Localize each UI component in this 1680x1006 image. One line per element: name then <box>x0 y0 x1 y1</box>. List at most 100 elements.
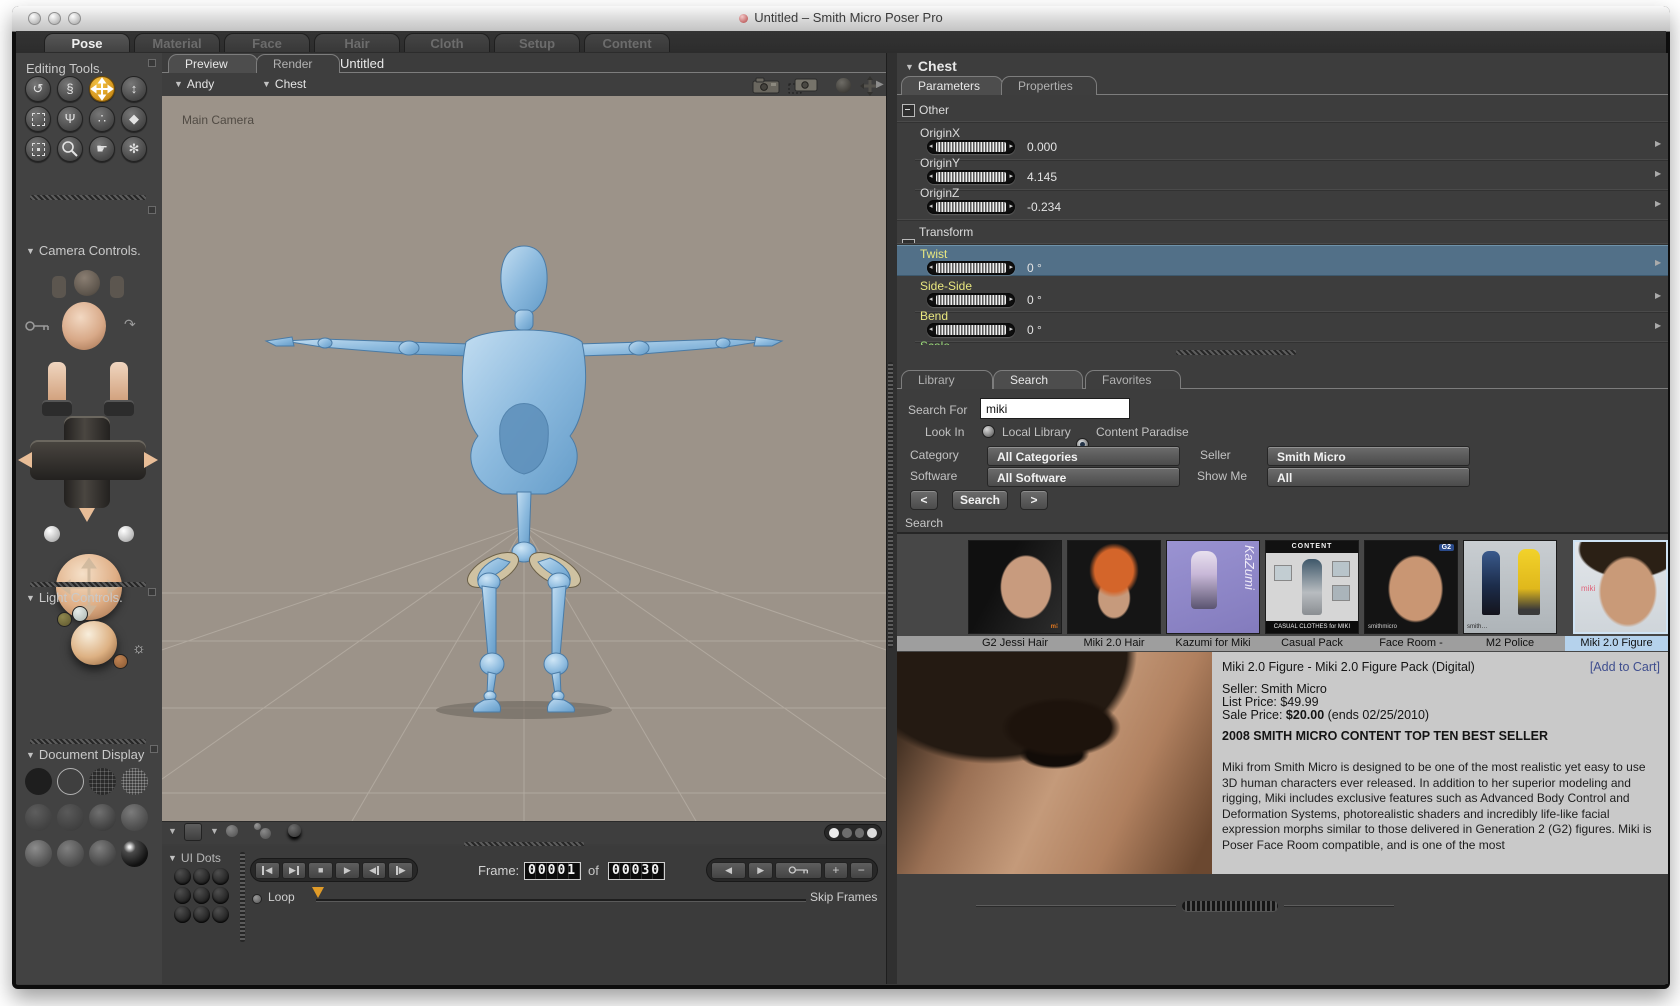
plus-button[interactable]: + <box>824 861 848 879</box>
camera-view-icon[interactable] <box>752 77 782 94</box>
result-label[interactable]: Kazumi for Miki <box>1166 636 1260 651</box>
color-tool-icon[interactable]: ◆ <box>121 106 147 132</box>
grouping-tool-icon[interactable] <box>25 136 51 162</box>
next-page-button[interactable]: > <box>1020 490 1048 510</box>
result-label-selected[interactable]: Miki 2.0 Figure <box>1565 636 1668 651</box>
light-1-dot[interactable] <box>57 612 72 627</box>
translate-pull-tool-icon[interactable] <box>89 76 115 102</box>
footer-square-button[interactable] <box>184 823 202 841</box>
tab-parameters[interactable]: Parameters <box>901 76 1003 95</box>
result-label[interactable]: G2 Jessi Hair <box>968 636 1062 651</box>
prev-key-button[interactable]: ◀ <box>711 861 747 879</box>
current-frame-counter[interactable]: 00001 <box>524 862 582 880</box>
bend-dial[interactable]: ◂ ▸ <box>927 323 1015 337</box>
next-key-button[interactable]: ▶ <box>748 861 774 879</box>
seller-dropdown[interactable]: Smith Micro <box>1267 446 1470 466</box>
tab-render[interactable]: Render <box>256 54 340 73</box>
loop-indicator[interactable] <box>252 894 262 904</box>
tab-preview[interactable]: Preview <box>168 54 258 73</box>
result-thumb-casual-pack[interactable]: CONTENT CASUAL CLOTHES for MIKI <box>1265 540 1359 634</box>
originy-dial[interactable]: ◂ ▸ <box>927 170 1015 184</box>
param-value[interactable]: 0 ° <box>1027 323 1042 337</box>
content-paradise-label[interactable]: Content Paradise <box>1096 425 1189 439</box>
result-label[interactable]: M2 Police <box>1463 636 1557 651</box>
ui-dot[interactable] <box>193 906 210 923</box>
rotate-view-sphere-icon[interactable] <box>836 78 851 93</box>
panel-divider-handle[interactable] <box>240 852 245 942</box>
tab-content[interactable]: Content <box>584 33 670 52</box>
display-silhouette-icon[interactable] <box>25 768 52 795</box>
step-forward-button[interactable]: ▶ <box>388 861 414 879</box>
tab-properties[interactable]: Properties <box>1001 76 1097 95</box>
ui-dots-grid[interactable] <box>174 868 234 928</box>
result-thumb-face-room[interactable]: smithmicro G2 <box>1364 540 1458 634</box>
param-value[interactable]: 0 ° <box>1027 293 1042 307</box>
camera-controls-cluster[interactable]: ↷ <box>16 264 162 584</box>
camera-select-icon[interactable] <box>788 75 820 95</box>
ui-dot[interactable] <box>193 868 210 885</box>
prev-page-button[interactable]: < <box>910 490 938 510</box>
tab-cloth[interactable]: Cloth <box>404 33 490 52</box>
panel-widget-icon[interactable] <box>148 206 156 214</box>
view-magnifier-tool-icon[interactable] <box>57 136 83 162</box>
move-cross-horizontal[interactable] <box>30 440 146 480</box>
actor-dropdown[interactable]: ▼ Andy <box>174 77 214 91</box>
collapse-other-icon[interactable] <box>902 104 915 117</box>
footer-disclosure-icon[interactable]: ▼ <box>210 826 219 836</box>
tab-search[interactable]: Search <box>993 370 1083 389</box>
display-smooth-shaded-icon[interactable] <box>25 840 52 867</box>
panel-resize-handle[interactable] <box>888 362 893 648</box>
tracking-dot-4[interactable] <box>867 827 877 838</box>
result-thumb-g2-jessi-hair[interactable]: m⁞ <box>968 540 1062 634</box>
search-input[interactable] <box>980 398 1130 419</box>
right-hand-camera-icon[interactable] <box>110 276 124 298</box>
taper-tool-icon[interactable]: Ψ <box>57 106 83 132</box>
tab-face[interactable]: Face <box>224 33 310 52</box>
panel-widget-icon[interactable] <box>148 588 156 596</box>
footer-ball-icon[interactable] <box>226 825 238 837</box>
display-cartoon-icon[interactable] <box>121 804 148 831</box>
left-hand-camera-icon[interactable] <box>52 276 66 298</box>
tracking-dot-2[interactable] <box>841 827 852 838</box>
left-hand-icon[interactable] <box>48 362 66 404</box>
ui-dot[interactable] <box>174 906 191 923</box>
total-frames-counter[interactable]: 00030 <box>608 862 666 880</box>
dolly-ball-left-icon[interactable] <box>44 526 60 542</box>
parameters-header[interactable]: ▼ Chest <box>905 58 957 74</box>
ui-dot[interactable] <box>174 887 191 904</box>
result-thumb-m2-police[interactable]: smith… <box>1463 540 1557 634</box>
tracking-mode-pills[interactable] <box>824 824 882 841</box>
tab-hair[interactable]: Hair <box>314 33 400 52</box>
param-menu-arrow-icon[interactable]: ▶ <box>1655 169 1661 178</box>
param-menu-arrow-icon[interactable]: ▶ <box>1655 139 1661 148</box>
display-flat-lined-icon[interactable] <box>89 804 116 831</box>
search-button[interactable]: Search <box>952 490 1008 510</box>
right-hand-icon[interactable] <box>110 362 128 404</box>
param-value[interactable]: 0.000 <box>1027 140 1057 154</box>
side-side-dial[interactable]: ◂ ▸ <box>927 293 1015 307</box>
tab-library[interactable]: Library <box>901 370 993 389</box>
brightness-sun-icon[interactable]: ☼ <box>132 640 146 657</box>
footer-ball-pair-icon[interactable] <box>260 828 271 839</box>
twist-tool-icon[interactable]: § <box>57 76 83 102</box>
local-library-label[interactable]: Local Library <box>1002 425 1071 439</box>
panel-widget-icon[interactable] <box>148 59 156 67</box>
tracking-dot-3[interactable] <box>854 827 865 838</box>
head-camera-dark-icon[interactable] <box>74 270 100 296</box>
tab-favorites[interactable]: Favorites <box>1085 370 1181 389</box>
face-camera-icon[interactable] <box>62 302 106 350</box>
panel-drag-handle[interactable] <box>1176 350 1296 355</box>
display-lit-wireframe-icon[interactable] <box>25 804 52 831</box>
display-wireframe-icon[interactable] <box>89 768 116 795</box>
result-thumb-miki-20-figure[interactable]: miki <box>1573 540 1668 634</box>
param-value[interactable]: 4.145 <box>1027 170 1057 184</box>
twist-dial[interactable]: ◂ ▸ <box>927 261 1015 275</box>
footer-disclosure-icon[interactable]: ▼ <box>168 826 177 836</box>
category-dropdown[interactable]: All Categories <box>987 446 1180 466</box>
display-texture-shaded-icon[interactable] <box>89 840 116 867</box>
param-menu-arrow-icon[interactable]: ▶ <box>1655 291 1661 300</box>
dolly-ball-right-icon[interactable] <box>118 526 134 542</box>
result-label[interactable]: Miki 2.0 Hair <box>1067 636 1161 651</box>
timeline-track[interactable] <box>316 899 806 901</box>
section-drag-handle[interactable] <box>30 195 146 200</box>
